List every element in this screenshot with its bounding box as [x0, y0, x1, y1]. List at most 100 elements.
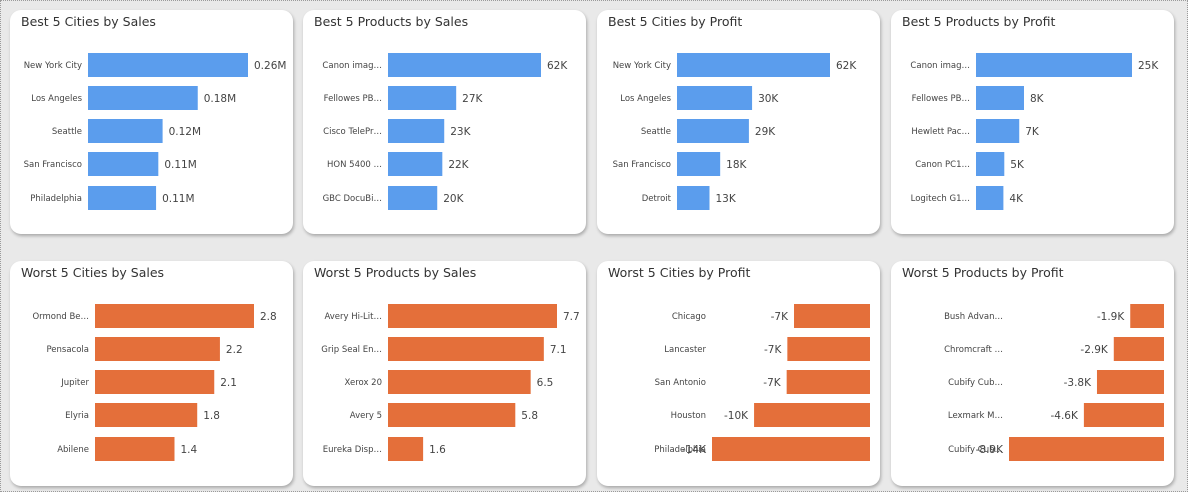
category-label: Canon PC1… — [915, 160, 970, 170]
category-label: Xerox 20 — [345, 378, 382, 388]
data-label: 2.8 — [260, 311, 277, 323]
bar[interactable] — [95, 437, 175, 461]
category-label: Avery Hi-Lit… — [324, 312, 382, 322]
best-products-profit-card[interactable]: Best 5 Products by Profit Canon imag… 25K… — [891, 10, 1174, 234]
bar[interactable] — [794, 304, 870, 328]
category-label: Pensacola — [46, 345, 89, 355]
bar[interactable] — [88, 119, 163, 143]
data-label: 0.18M — [204, 93, 236, 105]
category-label: Elyria — [65, 411, 89, 421]
data-label: 7.7 — [563, 311, 580, 323]
worst-products-profit-card[interactable]: Worst 5 Products by Profit Bush Advan… -1… — [891, 261, 1174, 486]
bar[interactable] — [677, 186, 710, 210]
worst-cities-profit-card[interactable]: Worst 5 Cities by Profit Chicago -7K Lanca… — [597, 261, 880, 486]
category-label: GBC DocuBi… — [323, 194, 382, 204]
data-label: 62K — [836, 60, 857, 72]
data-label: -3.8K — [1064, 377, 1092, 389]
bar[interactable] — [677, 152, 721, 176]
best-products-sales-card[interactable]: Best 5 Products by Sales Canon imag… 62K F… — [303, 10, 586, 234]
data-label: 13K — [716, 193, 737, 205]
bar[interactable] — [1009, 437, 1164, 461]
bar-chart: Avery Hi-Lit… 7.7 Grip Seal En… 7.1 Xerox 20… — [321, 304, 580, 461]
data-label: -7K — [763, 377, 781, 389]
bar[interactable] — [388, 119, 445, 143]
category-label: Logitech G1… — [911, 194, 970, 204]
bar[interactable] — [677, 119, 749, 143]
bar[interactable] — [677, 53, 830, 77]
category-label: Hewlett Pac… — [911, 127, 970, 137]
category-label: Chromcraft … — [944, 345, 1003, 355]
bar[interactable] — [88, 53, 248, 77]
bar[interactable] — [976, 86, 1024, 110]
worst-products-sales-card[interactable]: Worst 5 Products by Sales Avery Hi-Lit… 7… — [303, 261, 586, 486]
category-label: Ormond Be… — [32, 312, 89, 322]
category-label: New York City — [613, 61, 671, 71]
bar[interactable] — [95, 304, 254, 328]
category-label: Cisco TelePr… — [323, 127, 382, 137]
bar[interactable] — [976, 186, 1004, 210]
bar[interactable] — [388, 337, 544, 361]
data-label: -7K — [771, 311, 789, 323]
bar-chart: Ormond Be… 2.8 Pensacola 2.2 Jupiter 2.1 Elyri… — [32, 304, 277, 461]
bar-chart: Canon imag… 62K Fellowes PB… 27K Cisco TeleP… — [322, 53, 568, 210]
bar[interactable] — [388, 304, 557, 328]
bar[interactable] — [976, 53, 1132, 77]
data-label: 8K — [1030, 93, 1045, 105]
category-label: Lancaster — [664, 345, 706, 355]
bar[interactable] — [388, 152, 443, 176]
bar[interactable] — [95, 403, 198, 427]
bar[interactable] — [1096, 370, 1164, 394]
data-label: 0.11M — [164, 159, 196, 171]
bar[interactable] — [388, 403, 516, 427]
bar[interactable] — [1130, 304, 1164, 328]
data-label: 1.4 — [181, 444, 198, 456]
bar[interactable] — [1083, 403, 1164, 427]
bar[interactable] — [88, 152, 159, 176]
data-label: 18K — [726, 159, 747, 171]
category-label: Detroit — [642, 194, 672, 204]
bar[interactable] — [976, 152, 1005, 176]
data-label: 6.5 — [537, 377, 554, 389]
category-label: Cubify Cub… — [948, 378, 1003, 388]
category-label: Eureka Disp… — [323, 445, 382, 455]
bar[interactable] — [786, 370, 870, 394]
category-label: Jupiter — [60, 378, 89, 388]
data-label: 7K — [1025, 126, 1040, 138]
category-label: Fellowes PB… — [912, 94, 970, 104]
data-label: 0.11M — [162, 193, 194, 205]
category-label: Canon imag… — [322, 61, 382, 71]
data-label: 2.2 — [226, 344, 243, 356]
bar[interactable] — [677, 86, 753, 110]
data-label: 4K — [1009, 193, 1024, 205]
bar[interactable] — [88, 186, 157, 210]
bar[interactable] — [388, 437, 424, 461]
data-label: -7K — [764, 344, 782, 356]
bar[interactable] — [88, 86, 198, 110]
bar[interactable] — [787, 337, 870, 361]
bar[interactable] — [976, 119, 1020, 143]
bar[interactable] — [95, 337, 220, 361]
bar[interactable] — [388, 53, 541, 77]
category-label: Los Angeles — [31, 94, 82, 104]
bar[interactable] — [754, 403, 870, 427]
best-cities-sales-card[interactable]: Best 5 Cities by Sales New York City 0.26… — [10, 10, 293, 234]
category-label: New York City — [24, 61, 82, 71]
bar[interactable] — [95, 370, 215, 394]
worst-cities-sales-card[interactable]: Worst 5 Cities by Sales Ormond Be… 2.8 Pen… — [10, 261, 293, 486]
category-label: San Francisco — [24, 160, 82, 170]
data-label: 1.8 — [203, 410, 220, 422]
data-label: 29K — [755, 126, 776, 138]
bar[interactable] — [712, 437, 870, 461]
data-label: 22K — [448, 159, 469, 171]
data-label: 23K — [450, 126, 471, 138]
data-label: -4.6K — [1051, 410, 1079, 422]
data-label: -10K — [724, 410, 749, 422]
category-label: San Antonio — [655, 378, 706, 388]
category-label: Houston — [671, 411, 706, 421]
best-cities-profit-card[interactable]: Best 5 Cities by Profit New York City 62K… — [597, 10, 880, 234]
bar[interactable] — [388, 186, 438, 210]
data-label: -1.9K — [1097, 311, 1125, 323]
bar[interactable] — [388, 370, 531, 394]
bar[interactable] — [388, 86, 457, 110]
bar[interactable] — [1113, 337, 1164, 361]
